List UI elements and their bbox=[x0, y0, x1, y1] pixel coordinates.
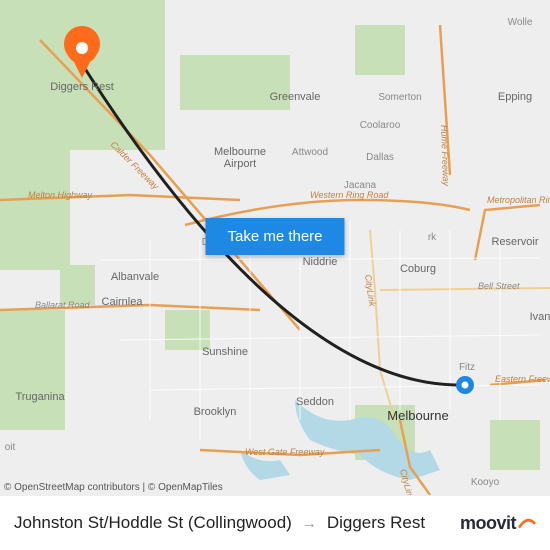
place-label: Melbourne bbox=[387, 408, 448, 423]
road-label: Metropolitan Ring bbox=[487, 195, 550, 205]
place-label: Sunshine bbox=[202, 346, 248, 358]
brand-name: moovit bbox=[460, 513, 516, 534]
route-to-label: Diggers Rest bbox=[327, 513, 425, 533]
place-label: Cairnlea bbox=[102, 296, 144, 308]
place-label: Truganina bbox=[15, 391, 65, 403]
place-label: Jacana bbox=[344, 180, 377, 191]
place-label: Coolaroo bbox=[360, 120, 401, 131]
arrow-icon: → bbox=[302, 515, 317, 532]
road-label: West Gate Freeway bbox=[245, 447, 325, 457]
road-label: Melton Highway bbox=[28, 190, 93, 200]
road-label: Bell Street bbox=[478, 281, 520, 291]
place-label: Niddrie bbox=[303, 256, 338, 268]
road-label: Eastern Freew bbox=[495, 374, 550, 384]
brand-swoosh-icon bbox=[518, 514, 536, 532]
place-label: Kooyo bbox=[471, 477, 500, 488]
place-label: Seddon bbox=[296, 396, 334, 408]
place-label: Somerton bbox=[378, 92, 421, 103]
place-label: Ivan bbox=[530, 311, 550, 323]
place-label: Attwood bbox=[292, 147, 328, 158]
route-from-label: Johnston St/Hoddle St (Collingwood) bbox=[14, 513, 292, 533]
map-container[interactable]: Calder Freeway Melton Highway Ballarat R… bbox=[0, 0, 550, 495]
place-label: Greenvale bbox=[270, 91, 321, 103]
place-label: Albanvale bbox=[111, 271, 159, 283]
footer-bar: Johnston St/Hoddle St (Collingwood) → Di… bbox=[0, 495, 550, 550]
route-description: Johnston St/Hoddle St (Collingwood) → Di… bbox=[14, 513, 425, 533]
place-label: rk bbox=[428, 232, 437, 243]
road-label: Western Ring Road bbox=[310, 190, 389, 200]
place-label: Diggers Rest bbox=[50, 81, 114, 93]
map-attribution: © OpenStreetMap contributors | © OpenMap… bbox=[4, 482, 223, 493]
place-label: Fitz bbox=[459, 362, 475, 373]
place-label: Dallas bbox=[366, 152, 394, 163]
take-me-there-button[interactable]: Take me there bbox=[205, 218, 344, 255]
place-label: Coburg bbox=[400, 263, 436, 275]
place-label: Reservoir bbox=[491, 236, 538, 248]
place-label: Brooklyn bbox=[194, 406, 237, 418]
place-label: Wolle bbox=[508, 17, 533, 28]
place-label: Epping bbox=[498, 91, 532, 103]
road-label: Ballarat Road bbox=[35, 300, 91, 310]
brand-logo[interactable]: moovit bbox=[460, 513, 536, 534]
place-label: oit bbox=[5, 442, 16, 453]
